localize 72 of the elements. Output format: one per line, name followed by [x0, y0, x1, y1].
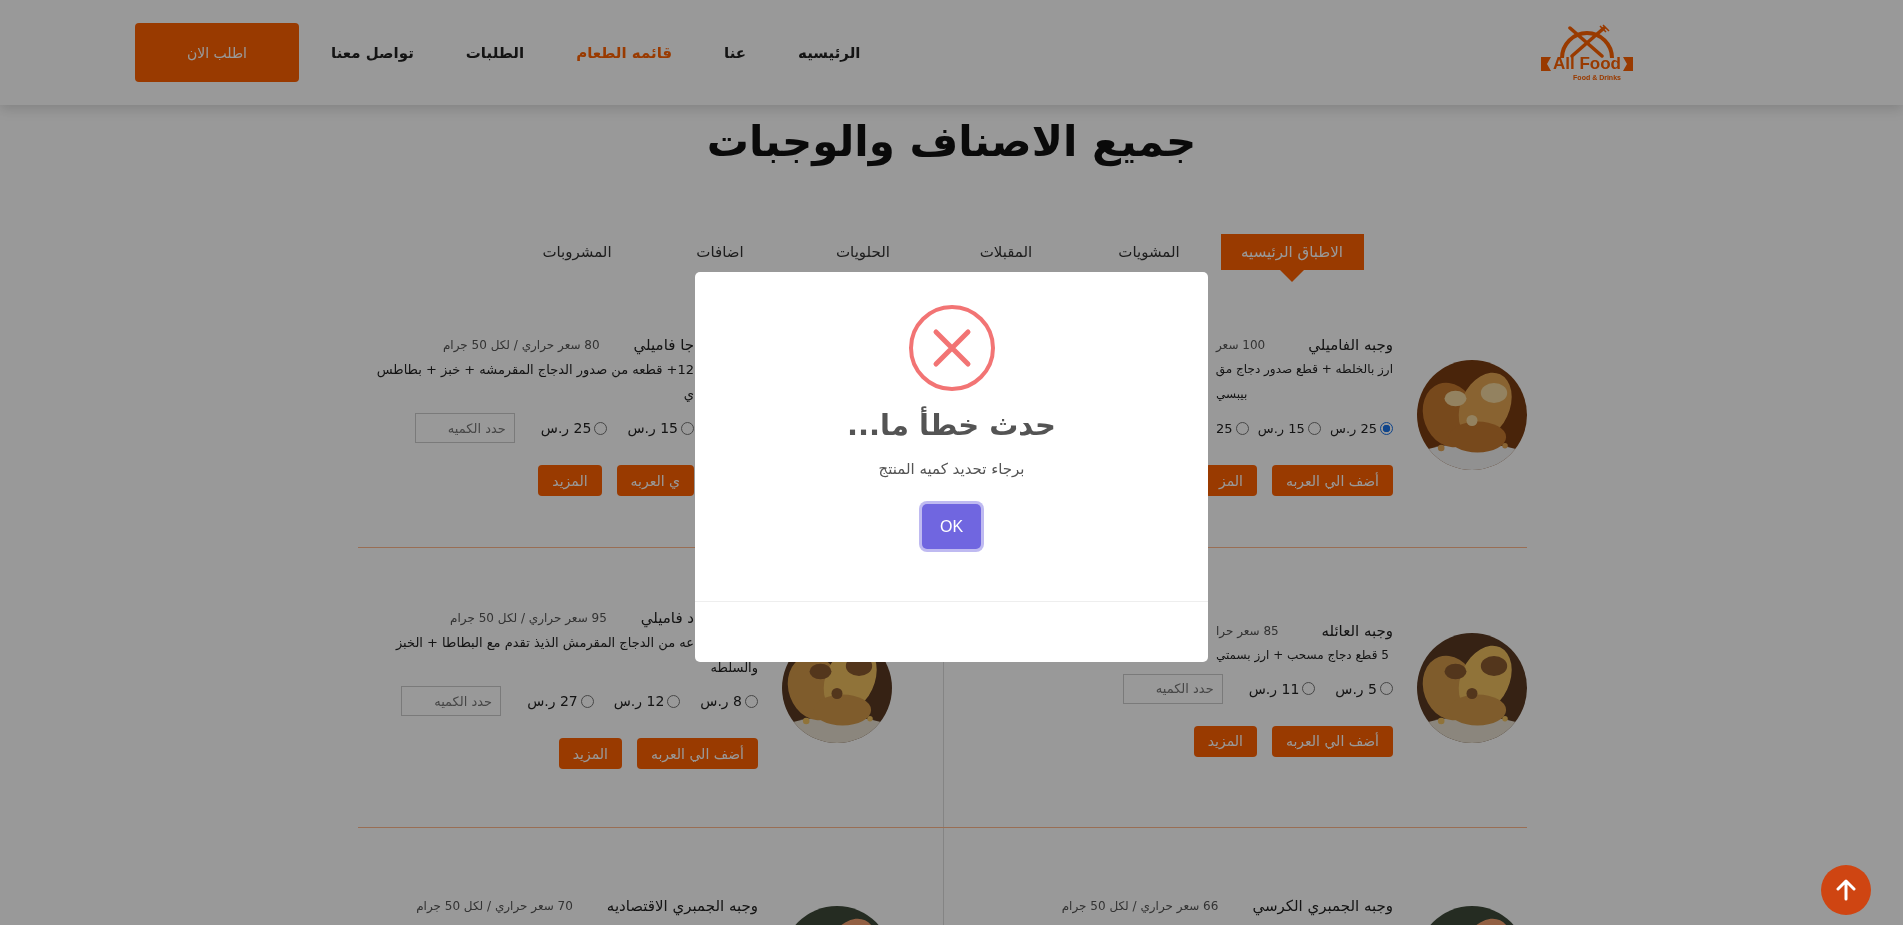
category-tab[interactable]: اضافات — [648, 234, 792, 270]
order-button[interactable]: اطلب الان — [135, 23, 299, 82]
scroll-top-button[interactable] — [1821, 865, 1871, 915]
error-icon — [907, 304, 996, 392]
brand-name: All Food — [1553, 54, 1621, 74]
price-label: 11 ر.س — [1248, 680, 1300, 697]
price-label: 15 ر.س — [1257, 420, 1305, 436]
price-label: 25 ر.س — [540, 420, 592, 436]
radio-button[interactable] — [681, 421, 694, 435]
meal-description: 12+ قطعه من صدور الدجاج المقرمشه + خبز + بطاطس — [376, 362, 694, 377]
nav-link[interactable]: الرئيسيه — [798, 43, 861, 62]
action-button[interactable]: أضف الي العربه — [1271, 725, 1393, 757]
price-label: 25 ر.س — [1330, 420, 1377, 436]
category-tab[interactable]: المقبلات — [934, 234, 1078, 270]
radio-button[interactable] — [580, 694, 594, 708]
meal-title: وجبه الجمبري الاقتصاديه — [606, 897, 758, 915]
meal-description: ي — [683, 387, 694, 402]
meal-title: د فاميلي — [640, 609, 694, 627]
radio-button[interactable] — [1302, 682, 1316, 695]
calorie-info: 95 سعر حراري / لكل 50 جرام — [450, 611, 607, 625]
action-button[interactable]: المزيد — [558, 738, 622, 769]
radio-button[interactable] — [594, 421, 608, 435]
meal-description: بيبسي — [1216, 387, 1248, 401]
radio-button[interactable] — [1380, 682, 1393, 695]
category-tab[interactable]: المشروبات — [505, 234, 649, 270]
radio-button[interactable] — [1235, 421, 1249, 435]
radio-button[interactable] — [667, 694, 681, 708]
dialog-message: برجاء تحديد كميه المنتج — [878, 460, 1025, 478]
up-arrow-icon — [1836, 879, 1856, 901]
meal-title: وجبه الجمبري الكرسي — [1252, 897, 1393, 915]
ribbon-icon — [1541, 57, 1551, 71]
meal-description: ارز بالخلطه + قطع صدور دجاج مق — [1215, 362, 1393, 376]
action-button[interactable]: المزيد — [1193, 725, 1257, 757]
ribbon-icon — [1623, 57, 1633, 71]
ok-button[interactable]: OK — [922, 504, 981, 549]
action-button[interactable]: أضف الي العربه — [1271, 465, 1393, 496]
price-label: 15 ر.س — [627, 420, 678, 436]
page-title: جميع الاصناف والوجبات — [705, 116, 1198, 169]
radio-button[interactable] — [1380, 421, 1393, 435]
action-button[interactable]: المز — [1205, 465, 1257, 496]
action-button[interactable]: المزيد — [538, 465, 602, 496]
calorie-info: 70 سعر حراري / لكل 50 جرام — [416, 899, 573, 913]
dialog-title: حدث خطأ ما... — [847, 408, 1056, 442]
nav-link[interactable]: قائمه الطعام — [576, 43, 673, 62]
quantity-field[interactable]: حدد الكميه — [401, 686, 502, 716]
radio-button[interactable] — [745, 694, 758, 708]
nav-link[interactable]: تواصل معنا — [331, 43, 414, 62]
quantity-field[interactable]: حدد الكميه — [1122, 673, 1223, 704]
tab-pointer-icon — [1280, 270, 1304, 282]
meal-description: 5 قطع دجاج مسحب + ارز بسمتي — [1216, 647, 1389, 662]
price-label: 25 — [1216, 420, 1233, 436]
category-tab[interactable]: المشويات — [1077, 234, 1221, 270]
price-label: 5 ر.س — [1335, 680, 1377, 697]
meal-description: عه من الدجاج المقرمش الذيذ تقدم مع البطاطا + الخبز — [395, 635, 694, 650]
meal-title: جا فاميلي — [633, 336, 694, 354]
category-tab[interactable]: الحلويات — [791, 234, 935, 270]
calorie-info: 66 سعر حراري / لكل 50 جرام — [1061, 899, 1219, 913]
action-button[interactable]: ي العربه — [616, 465, 694, 496]
calorie-info: 85 سعر حرا — [1216, 623, 1279, 638]
meal-title: وجبه الفاميلي — [1308, 336, 1393, 354]
price-label: 8 ر.س — [700, 693, 742, 709]
price-label: 27 ر.س — [527, 693, 578, 709]
calorie-info: 100 سعر — [1216, 338, 1266, 352]
price-label: 12 ر.س — [613, 693, 665, 709]
calorie-info: 80 سعر حراري / لكل 50 جرام — [442, 338, 600, 352]
nav-link[interactable]: عنا — [724, 43, 747, 62]
nav-link[interactable]: الطلبات — [465, 43, 525, 62]
meal-title: وجبه العائله — [1321, 621, 1393, 640]
meal-description: والسلطه — [710, 660, 758, 675]
action-button[interactable]: أضف الي العربه — [636, 738, 758, 769]
radio-button[interactable] — [1307, 421, 1321, 435]
quantity-field[interactable]: حدد الكميه — [414, 413, 515, 443]
